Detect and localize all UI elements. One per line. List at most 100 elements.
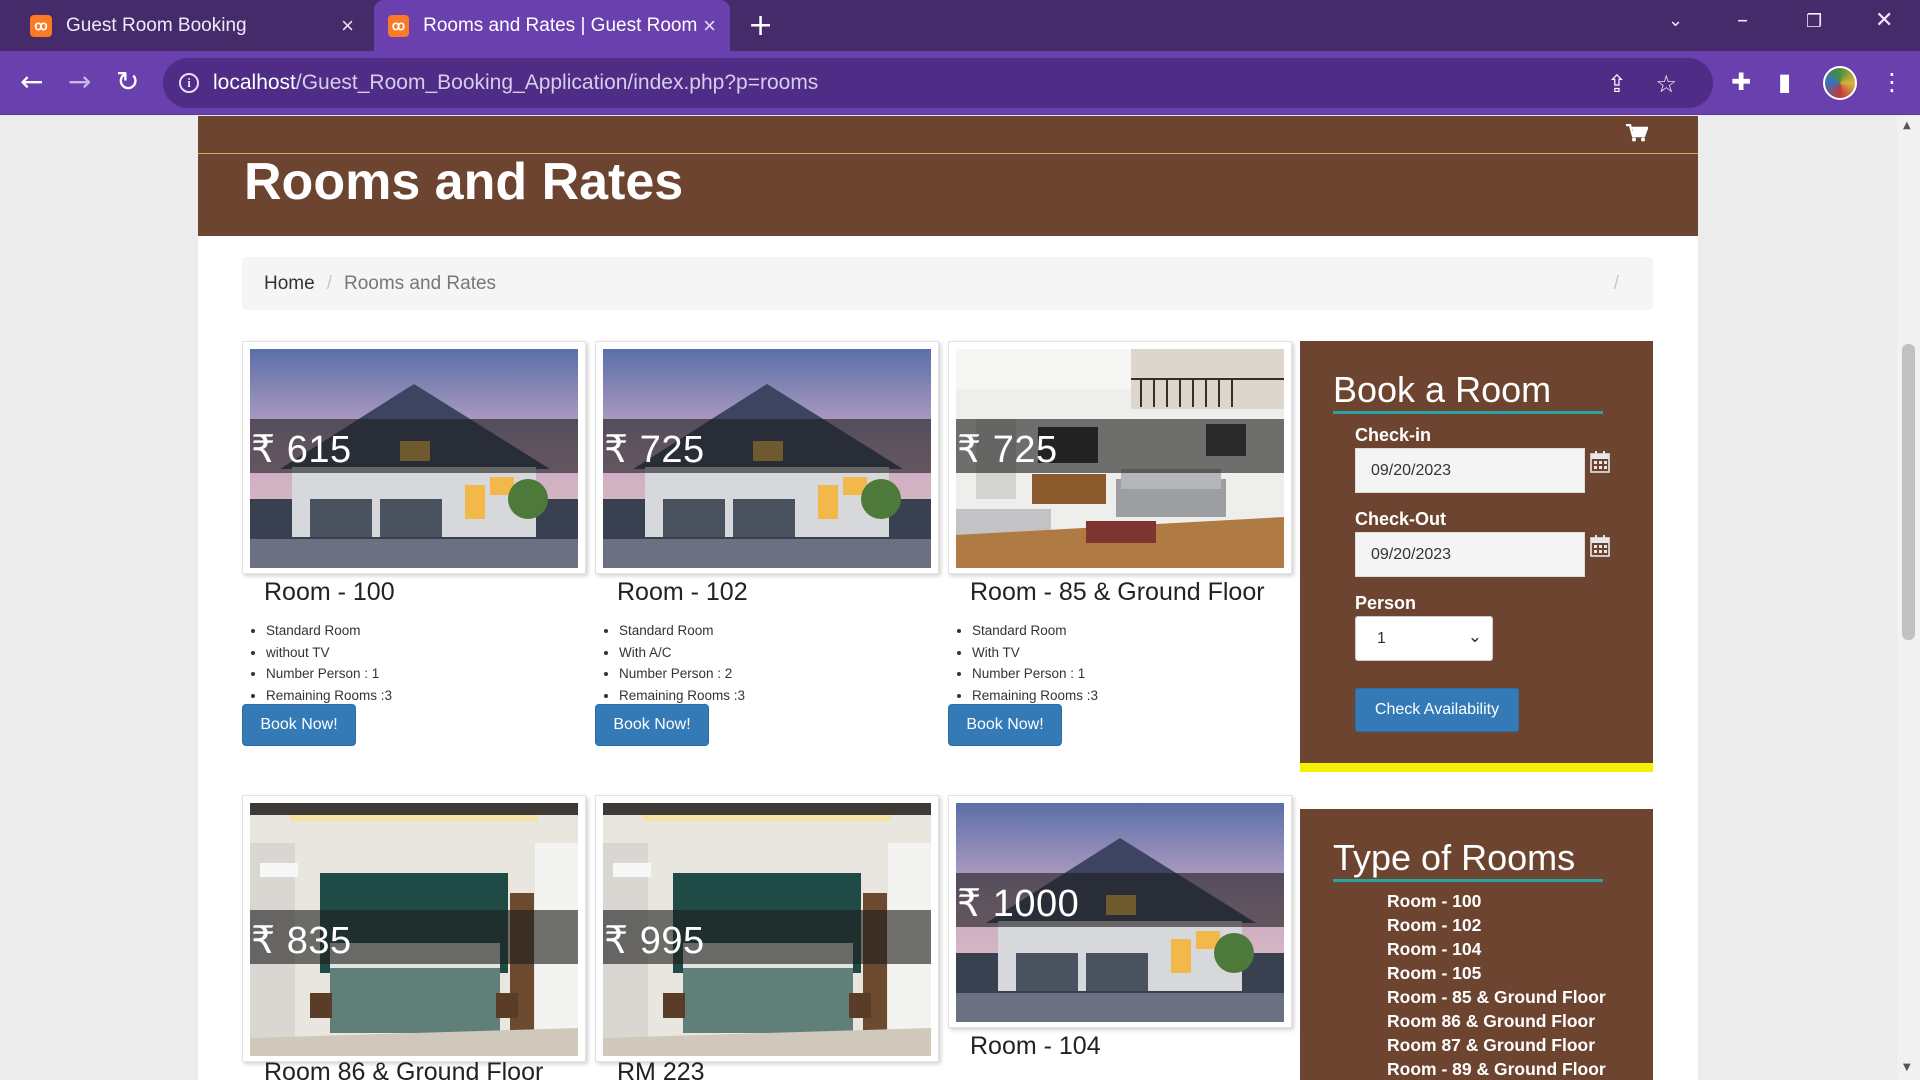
- address-bar-row: ← → ↻ i localhost/Guest_Room_Booking_App…: [0, 51, 1920, 115]
- room-name[interactable]: Room - 100: [264, 578, 395, 607]
- extensions-icon[interactable]: ✚: [1731, 68, 1751, 96]
- room-features-list: Standard Room With A/C Number Person : 2…: [619, 620, 745, 706]
- room-name[interactable]: Room - 104: [970, 1032, 1101, 1061]
- room-name[interactable]: RM 223: [617, 1058, 705, 1080]
- minimize-icon[interactable]: –: [1737, 8, 1748, 33]
- room-thumbnail-frame[interactable]: ₹ 835: [242, 795, 586, 1062]
- room-type-link[interactable]: Room - 105: [1387, 961, 1606, 985]
- room-type-link[interactable]: Room - 100: [1387, 889, 1606, 913]
- profile-avatar[interactable]: [1823, 66, 1857, 100]
- person-label: Person: [1355, 593, 1417, 613]
- room-price: ₹ 835: [251, 920, 352, 962]
- breadcrumb-home-link[interactable]: Home: [264, 273, 315, 295]
- room-thumbnail-frame[interactable]: ₹ 615: [242, 341, 586, 574]
- calendar-icon[interactable]: [1590, 535, 1610, 557]
- tab-search-icon[interactable]: ⌄: [1668, 10, 1683, 31]
- side-panel-icon[interactable]: ▮: [1778, 68, 1791, 96]
- cart-icon[interactable]: [1626, 124, 1648, 142]
- tab-title: Guest Room Booking: [66, 14, 247, 36]
- room-type-link[interactable]: Room 87 & Ground Floor: [1387, 1033, 1606, 1057]
- back-icon[interactable]: ←: [20, 65, 43, 98]
- person-select[interactable]: 1 ⌄: [1355, 616, 1493, 661]
- room-price: ₹ 725: [957, 429, 1058, 471]
- feature-item: Number Person : 1: [266, 663, 392, 685]
- book-now-button[interactable]: Book Now!: [242, 704, 356, 746]
- feature-item: Remaining Rooms :3: [266, 685, 392, 707]
- room-thumbnail-frame[interactable]: ₹ 725: [948, 341, 1292, 574]
- room-price: ₹ 995: [604, 920, 705, 962]
- room-thumbnail-frame[interactable]: ₹ 1000: [948, 795, 1292, 1028]
- room-type-list: Room - 100 Room - 102 Room - 104 Room - …: [1387, 889, 1606, 1080]
- room-image[interactable]: ₹ 725: [603, 349, 931, 568]
- breadcrumb: Home / Rooms and Rates /: [242, 257, 1653, 310]
- bookmark-star-icon[interactable]: ☆: [1655, 70, 1677, 98]
- reload-icon[interactable]: ↻: [116, 65, 139, 98]
- page-scrollbar[interactable]: ▲ ▼: [1897, 116, 1920, 1080]
- room-price: ₹ 1000: [957, 883, 1080, 925]
- new-tab-icon[interactable]: +: [748, 8, 773, 43]
- feature-item: Standard Room: [266, 620, 392, 642]
- book-now-button[interactable]: Book Now!: [595, 704, 709, 746]
- page-header-banner: Rooms and Rates: [198, 116, 1698, 236]
- forward-icon[interactable]: →: [68, 65, 91, 98]
- room-image[interactable]: ₹ 835: [250, 803, 578, 1056]
- feature-item: without TV: [266, 642, 392, 664]
- room-price: ₹ 615: [251, 429, 352, 471]
- room-type-link[interactable]: Room 86 & Ground Floor: [1387, 1009, 1606, 1033]
- breadcrumb-current: Rooms and Rates: [343, 272, 497, 294]
- room-features-list: Standard Room without TV Number Person :…: [266, 620, 392, 706]
- feature-item: Number Person : 2: [619, 663, 745, 685]
- type-of-rooms-title: Type of Rooms: [1333, 837, 1576, 878]
- type-of-rooms-panel: Type of Rooms Room - 100 Room - 102 Room…: [1300, 809, 1653, 1080]
- room-thumbnail-frame[interactable]: ₹ 995: [595, 795, 939, 1062]
- browser-tab-bar: ꝏ Guest Room Booking × ꝏ Rooms and Rates…: [0, 0, 1920, 51]
- room-name[interactable]: Room 86 & Ground Floor: [264, 1058, 543, 1080]
- room-image[interactable]: ₹ 995: [603, 803, 931, 1056]
- feature-item: Remaining Rooms :3: [972, 685, 1098, 707]
- room-features-list: Standard Room With TV Number Person : 1 …: [972, 620, 1098, 706]
- tab-title: Rooms and Rates | Guest Room B: [423, 14, 704, 36]
- xampp-icon: ꝏ: [30, 14, 52, 37]
- feature-item: Number Person : 1: [972, 663, 1098, 685]
- tab-rooms-and-rates[interactable]: ꝏ Rooms and Rates | Guest Room B ×: [374, 0, 730, 51]
- room-name[interactable]: Room - 102: [617, 578, 748, 607]
- room-thumbnail-frame[interactable]: ₹ 725: [595, 341, 939, 574]
- menu-icon[interactable]: ⋮: [1880, 68, 1904, 96]
- checkout-label: Check-Out: [1355, 509, 1447, 529]
- book-a-room-title: Book a Room: [1333, 369, 1552, 410]
- scrollbar-thumb[interactable]: [1902, 344, 1915, 640]
- scroll-down-icon[interactable]: ▼: [1903, 1062, 1911, 1073]
- site-info-icon[interactable]: i: [179, 73, 199, 93]
- breadcrumb-separator: /: [1613, 272, 1619, 294]
- person-select-value: 1: [1377, 629, 1386, 647]
- room-type-link[interactable]: Room - 85 & Ground Floor: [1387, 985, 1606, 1009]
- room-type-link[interactable]: Room - 102: [1387, 913, 1606, 937]
- feature-item: Remaining Rooms :3: [619, 685, 745, 707]
- check-availability-button[interactable]: Check Availability: [1355, 688, 1519, 732]
- room-image[interactable]: ₹ 615: [250, 349, 578, 568]
- restore-icon[interactable]: ❐: [1806, 11, 1822, 32]
- feature-item: With TV: [972, 642, 1098, 664]
- checkout-date-field[interactable]: 09/20/2023: [1355, 532, 1585, 577]
- title-underline: [1333, 879, 1603, 882]
- url-bar[interactable]: i localhost/Guest_Room_Booking_Applicati…: [163, 58, 1713, 108]
- checkin-date-field[interactable]: 09/20/2023: [1355, 448, 1585, 493]
- close-icon[interactable]: ×: [703, 13, 716, 39]
- close-icon[interactable]: ×: [341, 13, 354, 39]
- book-now-button[interactable]: Book Now!: [948, 704, 1062, 746]
- room-image[interactable]: ₹ 1000: [956, 803, 1284, 1022]
- room-image[interactable]: ₹ 725: [956, 349, 1284, 568]
- scroll-up-icon[interactable]: ▲: [1903, 120, 1911, 131]
- room-type-link[interactable]: Room - 89 & Ground Floor: [1387, 1057, 1606, 1080]
- room-name[interactable]: Room - 85 & Ground Floor: [970, 578, 1265, 607]
- room-type-link[interactable]: Room - 104: [1387, 937, 1606, 961]
- tab-guest-room-booking[interactable]: ꝏ Guest Room Booking ×: [16, 0, 368, 51]
- xampp-icon: ꝏ: [388, 14, 410, 37]
- calendar-icon[interactable]: [1590, 451, 1610, 473]
- share-icon[interactable]: ⇪: [1607, 70, 1627, 98]
- feature-item: Standard Room: [972, 620, 1098, 642]
- room-price: ₹ 725: [604, 429, 705, 471]
- page-viewport: Rooms and Rates Home / Rooms and Rates /…: [0, 116, 1897, 1080]
- page-title: Rooms and Rates: [244, 153, 684, 211]
- window-close-icon[interactable]: ✕: [1875, 8, 1893, 33]
